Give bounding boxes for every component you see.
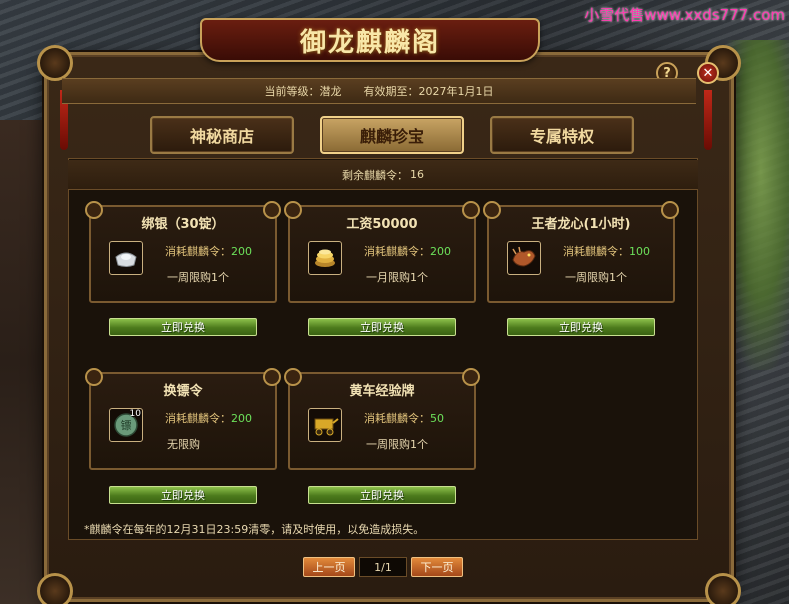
item-title: 王者龙心(1小时)	[531, 217, 631, 232]
item-card: 黄车经验牌 消耗麒麟令：50 一周限购1个	[284, 368, 480, 470]
next-page-button[interactable]: 下一页	[411, 557, 463, 577]
purchase-limit: 无限购	[167, 438, 200, 451]
remaining-label: 剩余麒麟令：	[342, 168, 408, 182]
purchase-limit: 一月限购1个	[366, 271, 428, 284]
item-title: 绑银（30锭）	[141, 217, 225, 232]
item-title: 换镖令	[163, 384, 203, 399]
escort-token-icon[interactable]: 镖 10	[109, 408, 143, 442]
item-cost: 消耗麒麟令：200	[165, 245, 252, 258]
cost-value: 200	[430, 245, 451, 258]
cost-value: 50	[430, 412, 444, 425]
tab-exclusive-privilege[interactable]: 专属特权	[490, 116, 634, 154]
corner-ornament	[705, 573, 741, 604]
dragon-heart-icon[interactable]	[507, 241, 541, 275]
redeem-button[interactable]: 立即兑换	[308, 318, 456, 336]
item-card: 换镖令 镖 10 消耗麒麟令：200 无限购	[85, 368, 281, 470]
reset-notice: *麒麟令在每年的12月31日23:59清零，请及时使用，以免造成损失。	[84, 523, 425, 536]
tab-mystery-shop[interactable]: 神秘商店	[150, 116, 294, 154]
purchase-limit: 一周限购1个	[565, 271, 627, 284]
cost-value: 100	[629, 245, 650, 258]
cost-value: 200	[231, 412, 252, 425]
background-building	[0, 120, 48, 604]
pagination: 上一页 1/1 下一页	[303, 557, 463, 577]
remaining-tokens: 剩余麒麟令： 16	[68, 160, 698, 190]
redeem-button[interactable]: 立即兑换	[109, 486, 257, 504]
silver-ingot-icon[interactable]	[109, 241, 143, 275]
item-cost: 消耗麒麟令：50	[364, 412, 444, 425]
window-title-plate: 御龙麒麟阁	[200, 18, 540, 62]
watermark: 小雪代售www.xxds777.com	[584, 6, 785, 24]
purchase-limit: 一周限购1个	[366, 438, 428, 451]
expiry-date: 有效期至：2027年1月1日	[363, 85, 494, 98]
yellow-cart-icon[interactable]	[308, 408, 342, 442]
corner-ornament	[37, 45, 73, 81]
item-card: 工资50000 消耗麒麟令：200 一月限购1个	[284, 201, 480, 303]
cost-value: 200	[231, 245, 252, 258]
status-header: 当前等级：潜龙 有效期至：2027年1月1日	[62, 78, 696, 104]
purchase-limit: 一周限购1个	[167, 271, 229, 284]
svg-text:镖: 镖	[121, 418, 132, 432]
redeem-button[interactable]: 立即兑换	[109, 318, 257, 336]
item-title: 黄车经验牌	[349, 384, 415, 399]
item-title: 工资50000	[346, 217, 418, 232]
item-quantity: 10	[129, 409, 141, 419]
remaining-value: 16	[410, 168, 424, 181]
close-button[interactable]: ✕	[697, 62, 719, 84]
tab-qilin-treasure[interactable]: 麒麟珍宝	[320, 116, 464, 154]
item-cost: 消耗麒麟令：100	[563, 245, 650, 258]
page-indicator: 1/1	[359, 557, 407, 577]
current-level: 当前等级：潜龙	[264, 85, 342, 98]
window-title: 御龙麒麟阁	[299, 27, 440, 58]
corner-ornament	[37, 573, 73, 604]
prev-page-button[interactable]: 上一页	[303, 557, 355, 577]
item-cost: 消耗麒麟令：200	[364, 245, 451, 258]
redeem-button[interactable]: 立即兑换	[507, 318, 655, 336]
close-icon: ✕	[702, 65, 714, 81]
tab-bar: 神秘商店 麒麟珍宝 专属特权	[150, 116, 634, 154]
item-card: 王者龙心(1小时) 消耗麒麟令：100 一周限购1个	[483, 201, 679, 303]
gold-coins-icon[interactable]	[308, 241, 342, 275]
redeem-button[interactable]: 立即兑换	[308, 486, 456, 504]
tassel-ornament	[704, 90, 712, 150]
item-cost: 消耗麒麟令：200	[165, 412, 252, 425]
item-card: 绑银（30锭） 消耗麒麟令：200 一周限购1个	[85, 201, 281, 303]
